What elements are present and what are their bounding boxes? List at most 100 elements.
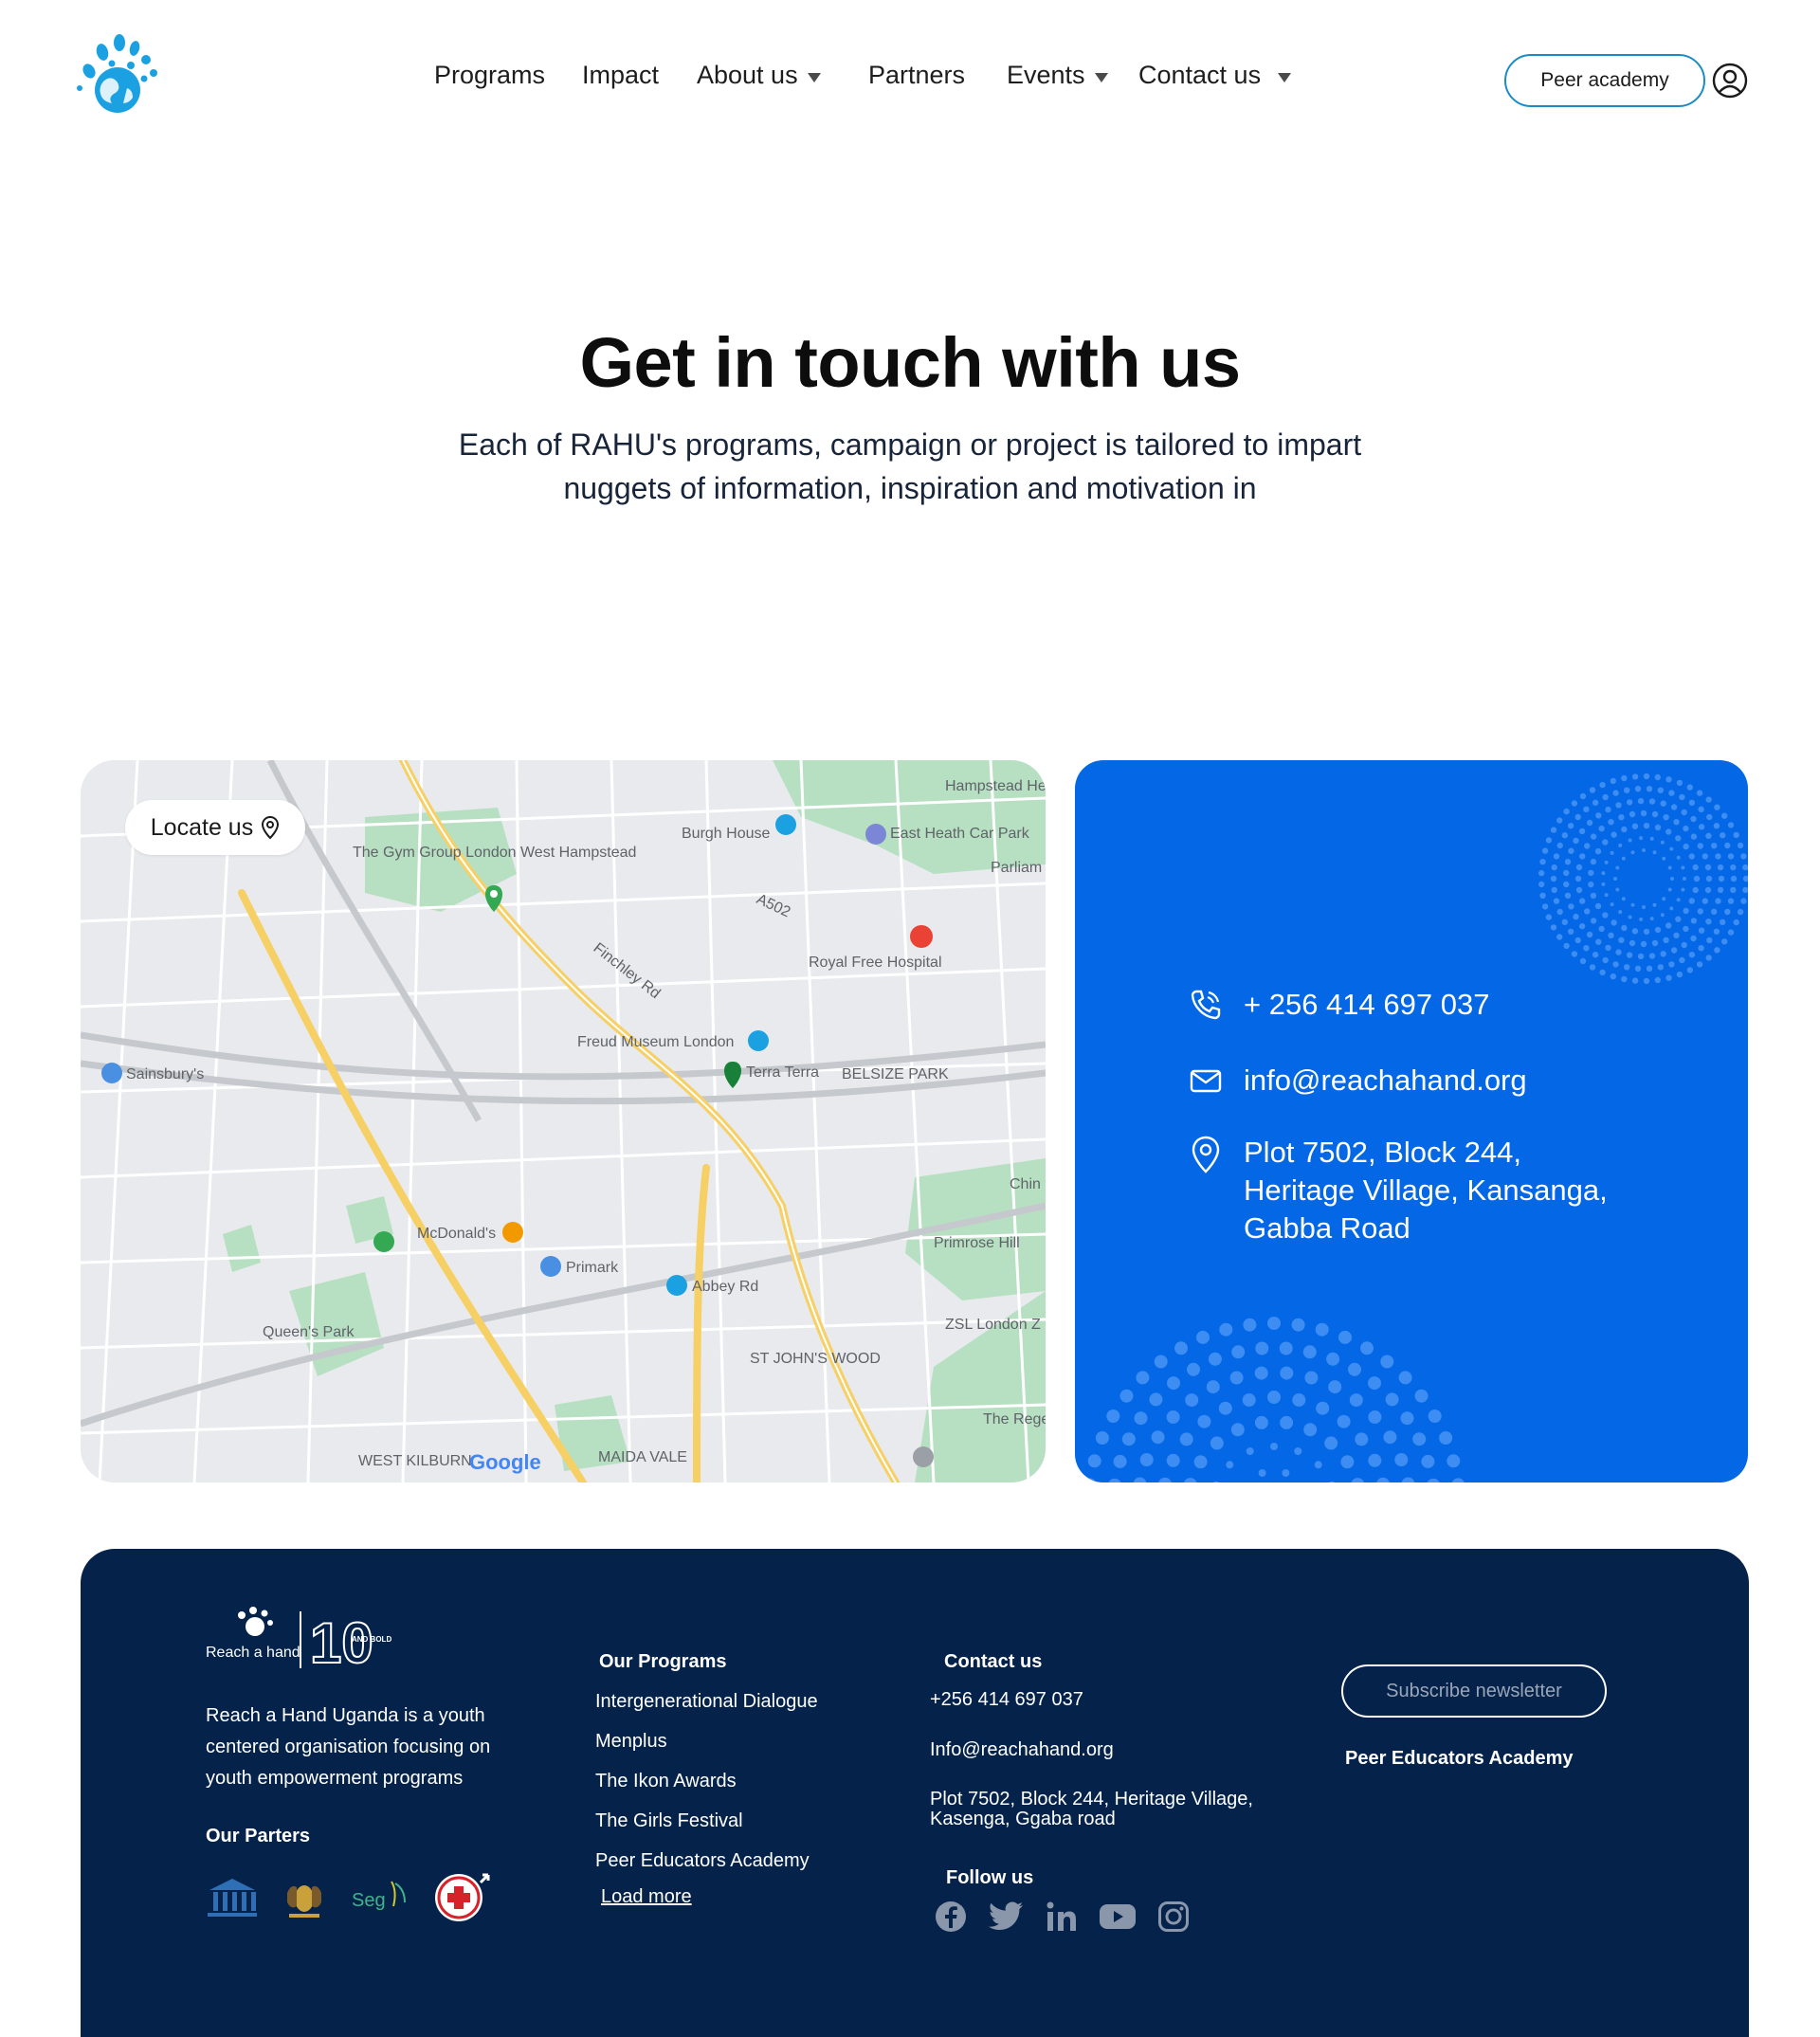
map-label: McDonald's	[417, 1226, 496, 1242]
decorative-dot	[1314, 1461, 1322, 1469]
decorative-dot	[1254, 1415, 1268, 1429]
decorative-dot	[1637, 797, 1645, 805]
decorative-dot	[1720, 918, 1726, 925]
decorative-dot	[1121, 1432, 1136, 1446]
decorative-dot	[1665, 922, 1672, 929]
decorative-dot	[1621, 856, 1626, 861]
map[interactable]: Hampstead Heath Burgh House East Heath C…	[81, 760, 1046, 1482]
footer-phone[interactable]: +256 414 697 037	[930, 1689, 1083, 1711]
decorative-dot	[1663, 937, 1669, 943]
decorative-dot	[1561, 918, 1568, 925]
decorative-dot	[1660, 800, 1666, 807]
program-link[interactable]: The Girls Festival	[595, 1810, 743, 1832]
footer: Reach a hand 10 AND BOLD Reach a Hand Ug…	[81, 1549, 1749, 2037]
decorative-dot	[1564, 859, 1572, 865]
decorative-dot	[1574, 813, 1581, 821]
decorative-dot	[1583, 945, 1590, 952]
contact-address: Plot 7502, Block 244, Heritage Village, …	[1189, 1134, 1608, 1247]
program-link[interactable]: Peer Educators Academy	[595, 1850, 810, 1872]
decorative-dot	[1595, 938, 1602, 945]
rahu-logo[interactable]	[74, 31, 161, 117]
decorative-dot	[1631, 928, 1639, 935]
decorative-dot	[1337, 1414, 1351, 1428]
decorative-dot	[1730, 864, 1737, 871]
decorative-dot	[1657, 787, 1664, 793]
decorative-dot	[1083, 1478, 1097, 1482]
uganda-coat-of-arms-icon[interactable]	[283, 1874, 325, 1921]
youtube-icon[interactable]	[1099, 1902, 1137, 1931]
decorative-dot	[1681, 941, 1687, 949]
decorative-dot	[1705, 955, 1712, 961]
decorative-dot	[1637, 953, 1645, 960]
decorative-dot	[1610, 902, 1614, 907]
decorative-dot	[1681, 865, 1685, 870]
user-circle-icon[interactable]	[1712, 63, 1748, 99]
facebook-icon[interactable]	[934, 1900, 968, 1934]
program-link[interactable]: Intergenerational Dialogue	[595, 1691, 818, 1713]
nav-impact[interactable]: Impact	[582, 61, 659, 90]
decorative-dot	[1605, 944, 1611, 952]
decorative-dot	[1660, 951, 1666, 957]
decorative-dot	[1669, 906, 1674, 911]
twitter-icon[interactable]	[989, 1901, 1025, 1933]
instagram-icon[interactable]	[1157, 1901, 1190, 1933]
nav-about-us[interactable]: About us	[697, 61, 821, 90]
nav-partners[interactable]: Partners	[868, 61, 965, 90]
decorative-dot	[1385, 1392, 1399, 1407]
decorative-dot	[1713, 928, 1720, 935]
red-cross-icon[interactable]	[433, 1871, 492, 1924]
peer-educators-academy-link[interactable]: Peer Educators Academy	[1345, 1748, 1573, 1770]
decorative-dot	[1594, 847, 1602, 855]
decorative-dot	[1568, 847, 1574, 854]
decorative-dot	[1414, 1389, 1429, 1403]
contact-email[interactable]: info@reachahand.org	[1189, 1064, 1527, 1098]
decorative-dot	[1595, 812, 1602, 819]
nav-programs[interactable]: Programs	[434, 61, 545, 90]
decorative-dot	[1628, 915, 1632, 919]
footer-email[interactable]: Info@reachahand.org	[930, 1739, 1114, 1761]
decorative-dot	[1693, 875, 1701, 882]
decorative-dot	[1267, 1391, 1281, 1404]
program-link[interactable]: Menplus	[595, 1731, 667, 1753]
decorative-dot	[1683, 907, 1689, 915]
decorative-dot	[1574, 937, 1581, 944]
decorative-dot	[1654, 824, 1662, 831]
decorative-dot	[1134, 1411, 1148, 1426]
decorative-dot	[1586, 931, 1593, 938]
decorative-dot	[1733, 918, 1739, 926]
subscribe-newsletter-button[interactable]: Subscribe newsletter	[1341, 1664, 1607, 1718]
program-link[interactable]: The Ikon Awards	[595, 1771, 737, 1792]
nav-contact-us[interactable]: Contact us	[1138, 61, 1292, 90]
decorative-dot	[1639, 917, 1644, 921]
map-label: Freud Museum London	[577, 1034, 734, 1050]
nav-events[interactable]: Events	[1007, 61, 1108, 90]
decorative-dot	[1629, 939, 1636, 947]
decorative-dot	[1553, 853, 1560, 860]
decorative-dot	[1706, 813, 1713, 821]
decorative-dot	[1670, 947, 1678, 954]
decorative-dot	[1539, 892, 1546, 899]
decorative-dot	[1642, 905, 1646, 909]
locate-us-button[interactable]: Locate us	[125, 800, 305, 855]
decorative-dot	[1688, 853, 1695, 860]
linkedin-icon[interactable]	[1046, 1901, 1078, 1933]
decorative-dot	[1218, 1401, 1232, 1415]
partners-heading: Our Parters	[206, 1826, 311, 1846]
contact-phone[interactable]: + 256 414 697 037	[1189, 988, 1489, 1022]
decorative-dot	[1556, 842, 1563, 849]
decorative-dot	[1626, 799, 1633, 806]
programs-heading: Our Programs	[599, 1651, 727, 1672]
decorative-dot	[1676, 971, 1684, 978]
decorative-dot	[1243, 1318, 1257, 1332]
unesco-icon[interactable]	[206, 1877, 259, 1919]
decorative-dot	[1639, 836, 1644, 841]
decorative-dot	[1702, 898, 1708, 904]
load-more-link[interactable]: Load more	[601, 1886, 692, 1908]
segal-logo-icon[interactable]: Seg	[350, 1876, 409, 1919]
decorative-dot	[1394, 1453, 1409, 1466]
decorative-dot	[1737, 908, 1744, 916]
decorative-dot	[1702, 853, 1708, 860]
decorative-dot	[1652, 902, 1657, 907]
footer-logo[interactable]: Reach a hand 10 AND BOLD	[206, 1606, 395, 1676]
peer-academy-button[interactable]: Peer academy	[1504, 54, 1705, 107]
